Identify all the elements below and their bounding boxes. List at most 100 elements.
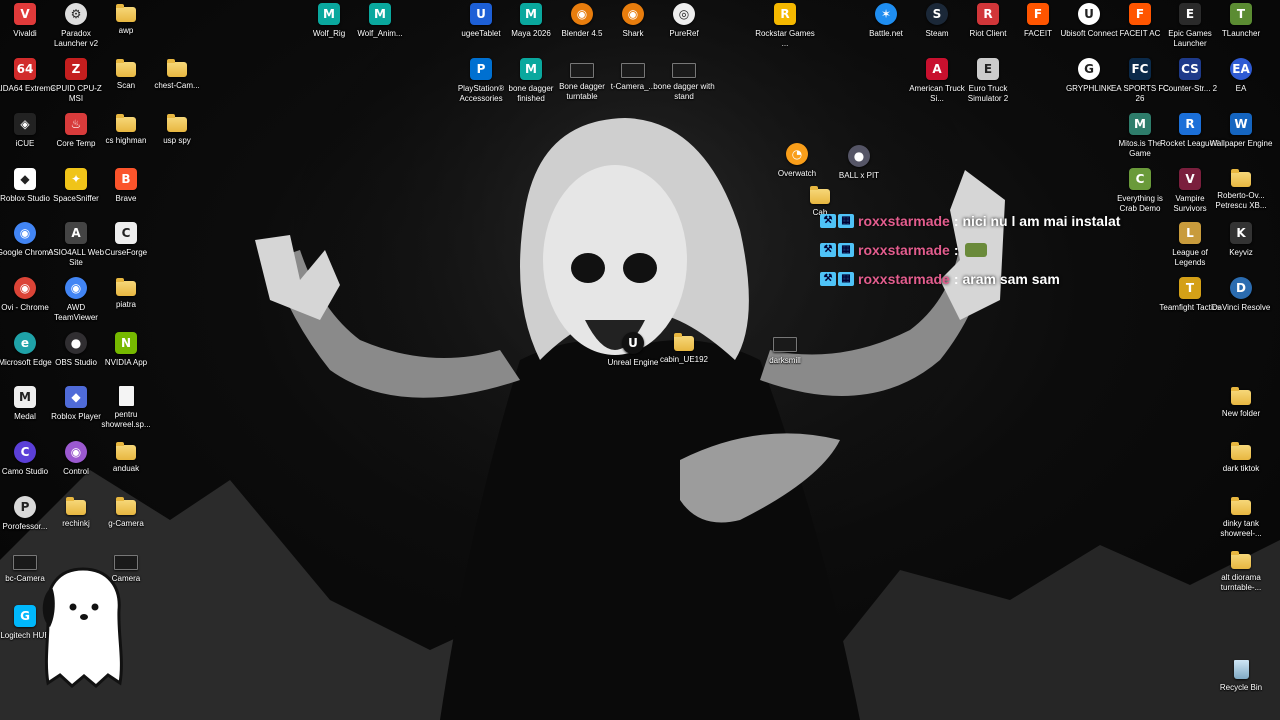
desktop-icon[interactable]: T TLauncher	[1208, 3, 1274, 55]
ats-icon: A	[926, 58, 948, 80]
desktop-icon[interactable]: Recycle Bin	[1208, 660, 1274, 712]
desktop-icon-label: dark tiktok	[1222, 464, 1260, 473]
desktop-icon[interactable]: usp spy	[144, 113, 210, 165]
wallpaper-engine-icon: W	[1230, 113, 1252, 135]
rocket-league-icon: R	[1179, 113, 1201, 135]
curseforge-icon: C	[115, 222, 137, 244]
desktop-icon-label: EA	[1235, 84, 1247, 93]
desktop-icon-label: Maya 2026	[511, 29, 551, 38]
folder-icon	[810, 186, 830, 204]
vampire-survivors-icon: V	[1179, 168, 1201, 190]
desktop-icon[interactable]: New folder	[1208, 386, 1274, 438]
desktop-icon[interactable]: awp	[93, 3, 159, 55]
emote-icon	[964, 242, 987, 257]
league-of-legends-icon: L	[1179, 222, 1201, 244]
video-file-icon	[621, 63, 645, 78]
desktop-icon[interactable]: R Rockstar Games ...	[752, 3, 818, 55]
overwatch-icon: ◔	[786, 143, 808, 165]
desktop-icon-label: Steam	[925, 29, 949, 38]
desktop-icon-label: awp	[118, 26, 134, 35]
desktop-icon[interactable]: pentru showreel.sp...	[93, 386, 159, 438]
desktop-icon-label: Shark	[622, 29, 644, 38]
desktop-icon-label: cs highman	[105, 136, 147, 145]
chat-text: aram sam sam	[962, 270, 1060, 287]
chat-badges: ⚒ ▦	[820, 213, 854, 228]
desktop-icon[interactable]: chest-Cam...	[144, 58, 210, 110]
desktop-icon-label: Recycle Bin	[1219, 683, 1263, 692]
mitos-icon: M	[1129, 113, 1151, 135]
desktop-icon-label: Blender 4.5	[561, 29, 603, 38]
chat-separator: :	[953, 270, 959, 287]
desktop-icon[interactable]: EA EA	[1208, 58, 1274, 110]
counter-strike-icon: CS	[1179, 58, 1201, 80]
desktop-icon-label: dinky tank showreel-...	[1220, 519, 1262, 538]
desktop-icon[interactable]: D DaVinci Resolve	[1208, 277, 1274, 329]
chat-username: roxxstarmade	[858, 270, 950, 287]
obs-icon: ●	[65, 332, 87, 354]
core-temp-icon: ♨	[65, 113, 87, 135]
blender-icon: ◉	[622, 3, 644, 25]
folder-icon	[1231, 387, 1251, 405]
desktop-icon[interactable]: E Euro Truck Simulator 2	[955, 58, 1021, 110]
desktop-icon-label: g-Camera	[108, 519, 144, 528]
desktop-icon-label: bone dagger with stand	[653, 82, 715, 101]
desktop-icon[interactable]: anduak	[93, 441, 159, 493]
desktop-icon[interactable]: ◎ PureRef	[651, 3, 717, 55]
cpuz-icon: Z	[65, 58, 87, 80]
desktop-icon[interactable]: darksmill	[752, 332, 818, 384]
ubisoft-icon: U	[1078, 3, 1100, 25]
desktop-icon[interactable]: dark tiktok	[1208, 441, 1274, 493]
chat-username: roxxstarmade	[858, 241, 950, 258]
desktop-icon[interactable]: alt diorama turntable-...	[1208, 550, 1274, 602]
paradox-launcher-icon: ⚙	[65, 3, 87, 25]
nvidia-icon: N	[115, 332, 137, 354]
desktop-icon-label: Wallpaper Engine	[1209, 139, 1273, 148]
tft-icon: T	[1179, 277, 1201, 299]
steam-icon: S	[926, 3, 948, 25]
vivaldi-icon: V	[14, 3, 36, 25]
desktop-icon-label: Brave	[115, 194, 137, 203]
chat-username: roxxstarmade	[858, 212, 950, 229]
wallpaper-eye-right	[623, 253, 657, 283]
video-file-icon	[672, 63, 696, 78]
desktop-icon[interactable]: cabin_UE192	[651, 332, 717, 384]
camo-icon: C	[14, 441, 36, 463]
desktop-icon[interactable]: N NVIDIA App	[93, 332, 159, 384]
maya-file-icon: M	[318, 3, 340, 25]
desktop-icon[interactable]: Roberto-Ov... Petrescu XB...	[1208, 168, 1274, 220]
davinci-icon: D	[1230, 277, 1252, 299]
folder-icon	[116, 278, 136, 296]
desktop-icon-label: Euro Truck Simulator 2	[967, 84, 1009, 103]
epic-games-icon: E	[1179, 3, 1201, 25]
folder-icon	[1231, 497, 1251, 515]
folder-icon	[167, 59, 187, 77]
desktop-icon-label: anduak	[112, 464, 140, 473]
faceit-icon: F	[1027, 3, 1049, 25]
desktop-icon[interactable]: W Wallpaper Engine	[1208, 113, 1274, 165]
desktop-icon-label: SpaceSniffer	[53, 194, 99, 203]
chat-message: ⚒ ▦ roxxstarmade : nici nu l am mai inst…	[820, 206, 1120, 235]
desktop-icon-label: darksmill	[769, 356, 801, 365]
desktop-icon-label: Scan	[116, 81, 136, 90]
desktop-icon[interactable]: piatra	[93, 277, 159, 329]
desktop-icon[interactable]: K Keyviz	[1208, 222, 1274, 274]
desktop-icon[interactable]: M Wolf_Anim...	[347, 3, 413, 55]
rockstar-icon: R	[774, 3, 796, 25]
chrome-icon: ◉	[14, 222, 36, 244]
chat-badges: ⚒ ▦	[820, 242, 854, 257]
playstation-icon: P	[470, 58, 492, 80]
desktop-icon[interactable]: C CurseForge	[93, 222, 159, 274]
blender-icon: ◉	[571, 3, 593, 25]
desktop-icon[interactable]: bone dagger with stand	[651, 58, 717, 110]
desktop-icon-label: ugeeTablet	[461, 29, 501, 38]
ea-icon: EA	[1230, 58, 1252, 80]
desktop-icon[interactable]: dinky tank showreel-...	[1208, 496, 1274, 548]
gryphlink-icon: G	[1078, 58, 1100, 80]
desktop-icon-label: CurseForge	[104, 248, 148, 257]
desktop-icon-label: alt diorama turntable-...	[1220, 573, 1262, 592]
desktop-icon[interactable]: B Brave	[93, 168, 159, 220]
desktop-icon[interactable]: g-Camera	[93, 496, 159, 548]
folder-icon	[1231, 169, 1251, 187]
desktop-icon-label: Keyviz	[1229, 248, 1253, 257]
stream-chat-overlay: ⚒ ▦ roxxstarmade : nici nu l am mai inst…	[820, 206, 1120, 293]
